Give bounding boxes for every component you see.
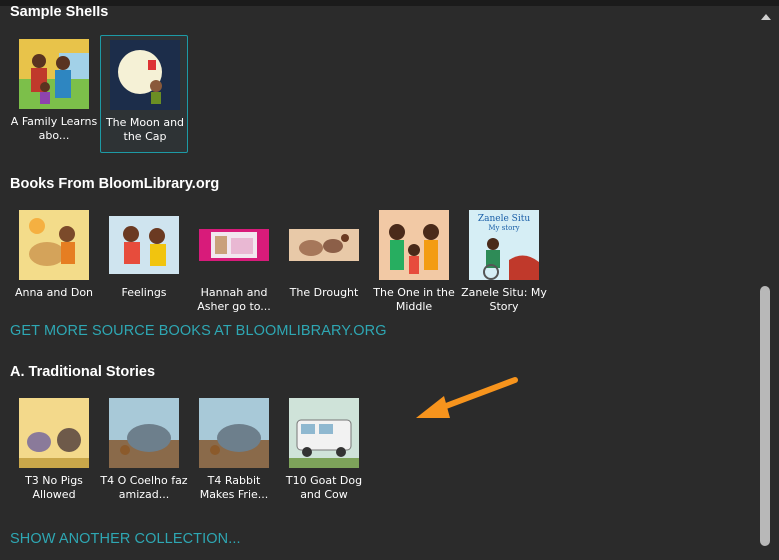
book-anna-and-don[interactable]: Anna and Don (10, 206, 98, 324)
section-title-traditional-stories: A. Traditional Stories (10, 364, 156, 380)
collections-pane: Sample Shells A Family Learns abo... The… (0, 6, 755, 560)
book-hannah-and-asher[interactable]: Hannah and Asher go to... (190, 206, 278, 324)
book-the-one-in-the-middle[interactable]: The One in the Middle (370, 206, 458, 324)
book-t3-no-pigs-allowed[interactable]: T3 No Pigs Allowed (10, 394, 98, 512)
book-title: Anna and Don (14, 286, 94, 299)
traditional-stories-shelf: T3 No Pigs Allowed T4 O Coelho faz amiza… (10, 394, 390, 514)
get-more-source-books-link[interactable]: GET MORE SOURCE BOOKS AT BLOOMLIBRARY.OR… (10, 323, 387, 339)
book-thumbnail (109, 210, 179, 280)
vertical-scrollbar[interactable] (755, 6, 779, 560)
book-title: A Family Learns abo... (10, 115, 98, 142)
book-a-family-learns[interactable]: A Family Learns abo... (10, 35, 98, 153)
book-title: The Moon and the Cap (105, 116, 185, 143)
book-thumbnail (199, 210, 269, 280)
book-title: The One in the Middle (373, 286, 455, 313)
scroll-up-arrow-icon[interactable] (761, 14, 771, 20)
book-title: T4 O Coelho faz amizad... (100, 474, 188, 501)
book-thumbnail: Zanele Situ My story (469, 210, 539, 280)
show-another-collection-link[interactable]: SHOW ANOTHER COLLECTION... (10, 531, 241, 547)
book-t4-o-coelho[interactable]: T4 O Coelho faz amizad... (100, 394, 188, 512)
cover-subtitle: My story (488, 224, 519, 232)
book-thumbnail (199, 398, 269, 468)
sample-shells-shelf: A Family Learns abo... The Moon and the … (10, 35, 210, 155)
annotation-arrow-icon (410, 372, 525, 431)
book-title: Hannah and Asher go to... (197, 286, 271, 313)
book-title: Zanele Situ: My Story (461, 286, 547, 313)
book-thumbnail (19, 39, 89, 109)
section-title-bloomlibrary: Books From BloomLibrary.org (10, 176, 220, 192)
book-thumbnail (110, 40, 180, 110)
section-title-sample-shells: Sample Shells (10, 6, 109, 20)
cover-title: Zanele Situ (478, 214, 530, 224)
book-title: T10 Goat Dog and Cow (285, 474, 363, 501)
book-thumbnail (19, 398, 89, 468)
book-thumbnail (289, 210, 359, 280)
book-thumbnail (109, 398, 179, 468)
scrollbar-thumb[interactable] (760, 286, 770, 546)
scrollbar-track[interactable] (760, 26, 770, 546)
book-t4-rabbit-makes-friends[interactable]: T4 Rabbit Makes Frie... (190, 394, 278, 512)
book-title: Feelings (121, 286, 167, 299)
bloomlibrary-shelf: Anna and Don Feelings Hannah and Asher g… (10, 206, 570, 326)
book-title: The Drought (289, 286, 359, 299)
book-the-moon-and-the-cap[interactable]: The Moon and the Cap (100, 35, 188, 153)
book-zanele-situ[interactable]: Zanele Situ My story Zanele Situ: My Sto… (460, 206, 548, 324)
book-thumbnail (19, 210, 89, 280)
book-feelings[interactable]: Feelings (100, 206, 188, 324)
book-t10-goat-dog-and-cow[interactable]: T10 Goat Dog and Cow (280, 394, 368, 512)
book-the-drought[interactable]: The Drought (280, 206, 368, 324)
book-thumbnail (379, 210, 449, 280)
book-title: T4 Rabbit Makes Frie... (199, 474, 269, 501)
book-title: T3 No Pigs Allowed (25, 474, 83, 501)
book-thumbnail (289, 398, 359, 468)
